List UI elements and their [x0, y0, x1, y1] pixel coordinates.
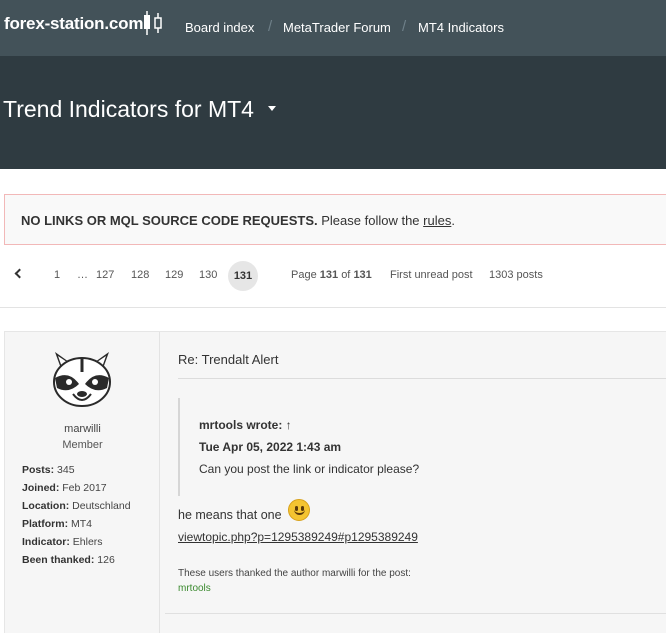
- page-indicator: Page 131 of 131: [291, 269, 372, 281]
- quote-body: Can you post the link or indicator pleas…: [199, 462, 420, 476]
- of-label: of: [341, 269, 351, 281]
- caret-down-icon[interactable]: [268, 106, 276, 111]
- profile-platform: Platform: MT4: [22, 518, 92, 530]
- notice-text: NO LINKS OR MQL SOURCE CODE REQUESTS. Pl…: [21, 213, 455, 228]
- smiley-mouth: [294, 509, 305, 515]
- post-body-text: he means that one: [178, 508, 282, 522]
- profile-indicator: Indicator: Ehlers: [22, 536, 103, 548]
- profile-value: MT4: [71, 518, 93, 530]
- page-link[interactable]: 128: [131, 269, 149, 281]
- candlestick-logo-icon: [144, 11, 162, 35]
- rules-link[interactable]: rules: [423, 213, 451, 228]
- post-footer-divider: [165, 613, 666, 614]
- profile-value[interactable]: 126: [97, 554, 115, 566]
- title-divider: [178, 378, 666, 379]
- top-navbar: forex-station.com Board index / MetaTrad…: [0, 0, 666, 56]
- forum-header: Trend Indicators for MT4: [0, 56, 666, 169]
- page-link[interactable]: 1: [54, 269, 60, 281]
- page-number: 131: [319, 269, 339, 281]
- first-unread-link[interactable]: First unread post: [390, 269, 473, 281]
- post-title[interactable]: Re: Trendalt Alert: [178, 352, 278, 367]
- user-rank: Member: [62, 439, 103, 451]
- thanks-text: These users thanked the author marwilli …: [178, 568, 411, 579]
- quote-author[interactable]: mrtools wrote: ↑: [199, 418, 292, 432]
- profile-thanked: Been thanked: 126: [22, 554, 115, 566]
- breadcrumb-separator: /: [402, 18, 407, 35]
- page-label: Page: [291, 269, 317, 281]
- chevron-left-icon[interactable]: [14, 268, 25, 279]
- smiley-icon: [288, 499, 310, 521]
- post: marwilli Member Posts: 345 Joined: Feb 2…: [4, 331, 666, 633]
- page-ellipsis: …: [77, 269, 88, 281]
- total-pages: 131: [353, 269, 372, 281]
- notice-body: Please follow the: [321, 213, 420, 228]
- profile-label: Posts:: [22, 464, 55, 476]
- post-count: 1303 posts: [489, 269, 543, 281]
- page-link[interactable]: 130: [199, 269, 217, 281]
- divider: [0, 307, 666, 308]
- post-link[interactable]: viewtopic.php?p=1295389249#p1295389249: [178, 530, 418, 544]
- profile-label: Location:: [22, 500, 70, 512]
- site-logo[interactable]: forex-station.com: [4, 14, 143, 34]
- breadcrumb-separator: /: [268, 18, 273, 35]
- notice-heading: NO LINKS OR MQL SOURCE CODE REQUESTS.: [21, 213, 318, 228]
- post-profile: marwilli Member Posts: 345 Joined: Feb 2…: [5, 332, 160, 633]
- profile-label: Been thanked:: [22, 554, 95, 566]
- page-link[interactable]: 129: [165, 269, 183, 281]
- quote-block: mrtools wrote: ↑ Tue Apr 05, 2022 1:43 a…: [178, 398, 666, 496]
- forum-title[interactable]: Trend Indicators for MT4: [3, 96, 254, 123]
- profile-location: Location: Deutschland: [22, 500, 131, 512]
- profile-value: Deutschland: [72, 500, 131, 512]
- rules-notice: NO LINKS OR MQL SOURCE CODE REQUESTS. Pl…: [4, 194, 666, 245]
- pagination-bar: 1 … 127 128 129 130 131 Page 131 of 131 …: [0, 258, 666, 294]
- profile-label: Indicator:: [22, 536, 70, 548]
- profile-value: Ehlers: [72, 536, 103, 548]
- post-author[interactable]: marwilli: [5, 423, 160, 435]
- profile-label: Platform:: [22, 518, 69, 530]
- notice-end: .: [451, 213, 455, 228]
- profile-value[interactable]: 345: [57, 464, 75, 476]
- profile-posts: Posts: 345: [22, 464, 75, 476]
- profile-joined: Joined: Feb 2017: [22, 482, 107, 494]
- breadcrumb-mt4-indicators[interactable]: MT4 Indicators: [418, 20, 504, 35]
- page-link[interactable]: 127: [96, 269, 114, 281]
- breadcrumb-metatrader-forum[interactable]: MetaTrader Forum: [283, 20, 391, 35]
- profile-value: Feb 2017: [62, 482, 107, 494]
- quote-date: Tue Apr 05, 2022 1:43 am: [199, 440, 342, 454]
- thanks-user-link[interactable]: mrtools: [178, 583, 211, 594]
- raccoon-avatar[interactable]: [49, 348, 115, 412]
- breadcrumb-board-index[interactable]: Board index: [185, 20, 254, 35]
- profile-label: Joined:: [22, 482, 60, 494]
- current-page: 131: [228, 261, 258, 291]
